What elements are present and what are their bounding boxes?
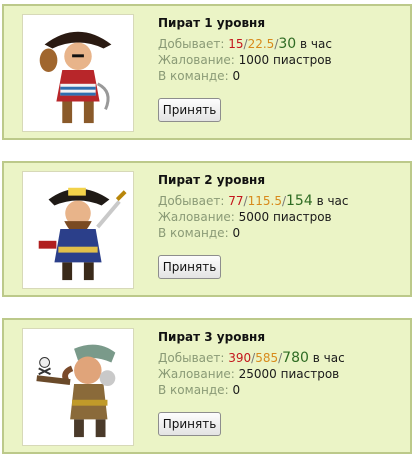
- pirate-1-title: Пират 1 уровня: [158, 16, 266, 30]
- pirate-card-2: Пират 2 уровня Добывает: 77/115.5/154 в …: [2, 161, 412, 297]
- hire-pirate-1-button[interactable]: Принять: [158, 98, 221, 122]
- pirate-1-portrait: [22, 14, 134, 132]
- pirate-2-mining-high: 154: [286, 193, 313, 209]
- mining-label: Добывает:: [158, 194, 225, 208]
- pirate-1-mining-low: 15: [228, 37, 244, 51]
- in-team-label: В команде:: [158, 69, 229, 83]
- pirate-3-mining-high: 780: [282, 350, 309, 366]
- mining-label: Добывает:: [158, 351, 225, 365]
- pirate-1-mining-row: Добывает: 15/22.5/30 в час: [158, 36, 332, 52]
- per-hour-label: в час: [316, 194, 349, 208]
- pirate-1-info: Пират 1 уровня Добывает: 15/22.5/30 в ча…: [158, 16, 332, 84]
- pirate-3-team-row: В команде: 0: [158, 382, 345, 398]
- in-team-label: В команде:: [158, 226, 229, 240]
- salary-label: Жалование:: [158, 53, 235, 67]
- pirate-2-team-row: В команде: 0: [158, 225, 349, 241]
- hire-pirate-3-button[interactable]: Принять: [158, 412, 221, 436]
- pirate-3-salary: 25000: [238, 367, 277, 381]
- pirate-2-team-count: 0: [232, 226, 241, 240]
- pirate-3-mining-mid: 585: [255, 351, 279, 365]
- pirate-1-team-count: 0: [232, 69, 241, 83]
- mining-label: Добывает:: [158, 37, 225, 51]
- salary-label: Жалование:: [158, 210, 235, 224]
- salary-label: Жалование:: [158, 367, 235, 381]
- pirate-2-info: Пират 2 уровня Добывает: 77/115.5/154 в …: [158, 173, 349, 241]
- pirate-1-team-row: В команде: 0: [158, 68, 332, 84]
- per-hour-label: в час: [312, 351, 345, 365]
- pirate-2-mining-mid: 115.5: [247, 194, 282, 208]
- pirate-card-3: Пират 3 уровня Добывает: 390/585/780 в ч…: [2, 318, 412, 454]
- per-hour-label: в час: [300, 37, 332, 51]
- pirate-3-team-count: 0: [232, 383, 241, 397]
- pirate-2-mining-row: Добывает: 77/115.5/154 в час: [158, 193, 349, 209]
- currency-label: пиастров: [280, 367, 340, 381]
- pirate-2-portrait: [22, 171, 134, 289]
- pirate-1-mining-high: 30: [278, 36, 297, 52]
- pirate-3-portrait: [22, 328, 134, 446]
- currency-label: пиастров: [273, 53, 332, 67]
- pirate-2-mining-low: 77: [228, 194, 244, 208]
- currency-label: пиастров: [273, 210, 332, 224]
- pirate-2-salary-row: Жалование: 5000 пиастров: [158, 209, 349, 225]
- pirate-1-salary: 1000: [238, 53, 270, 67]
- pirate-3-info: Пират 3 уровня Добывает: 390/585/780 в ч…: [158, 330, 345, 398]
- pirate-1-salary-row: Жалование: 1000 пиастров: [158, 52, 332, 68]
- in-team-label: В команде:: [158, 383, 229, 397]
- pirate-2-salary: 5000: [238, 210, 270, 224]
- pirate-2-title: Пират 2 уровня: [158, 173, 266, 187]
- pirate-3-salary-row: Жалование: 25000 пиастров: [158, 366, 345, 382]
- pirate-card-1: Пират 1 уровня Добывает: 15/22.5/30 в ча…: [2, 4, 412, 140]
- pirate-3-mining-row: Добывает: 390/585/780 в час: [158, 350, 345, 366]
- pirate-3-title: Пират 3 уровня: [158, 330, 266, 344]
- hire-pirate-2-button[interactable]: Принять: [158, 255, 221, 279]
- pirate-3-mining-low: 390: [228, 351, 252, 365]
- pirate-1-mining-mid: 22.5: [247, 37, 275, 51]
